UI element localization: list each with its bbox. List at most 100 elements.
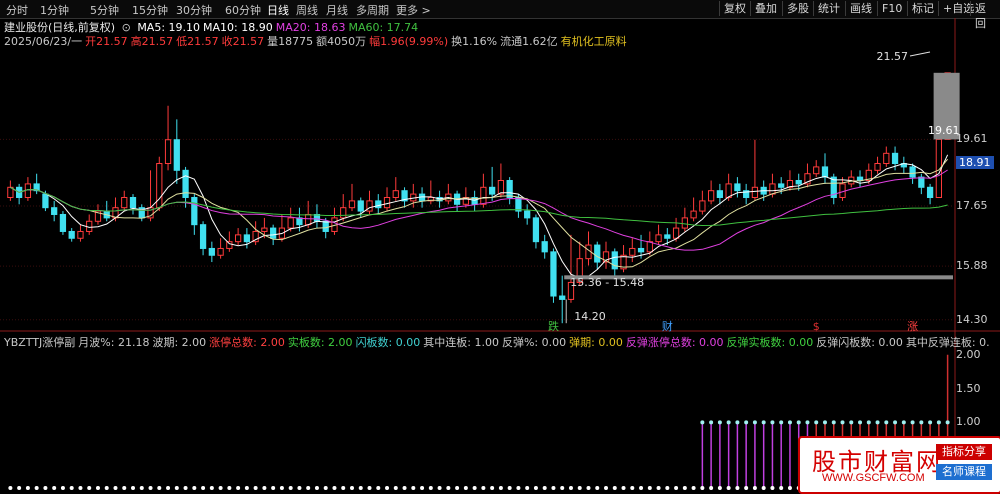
candle-body [173, 139, 180, 171]
baseline-dot [52, 486, 57, 490]
candle-body [287, 217, 294, 229]
indicator-dot [919, 420, 924, 425]
indicator-dot [875, 420, 880, 425]
candle-body [707, 190, 715, 202]
baseline-dot [674, 486, 679, 490]
baseline-dot [341, 486, 346, 490]
candle-body [392, 190, 399, 198]
candle-body [506, 180, 513, 198]
indicator-dot [866, 420, 871, 425]
kline-chart[interactable]: 21.57 19.61 14.20 15.36 - 15.48 跌 财 $ 涨 [0, 0, 1000, 492]
candle-body [208, 247, 215, 256]
indicator-dot [700, 420, 705, 425]
baseline-dot [60, 486, 65, 490]
indicator-tick-2: 1.00 [956, 415, 981, 429]
indicator-item-9: 反弹涨停总数: 0.00 [625, 336, 724, 349]
candle-body [77, 230, 84, 239]
baseline-dot [183, 486, 188, 490]
candle-body [672, 227, 680, 239]
baseline-dot [385, 486, 390, 490]
candle-body [305, 213, 312, 226]
baseline-dot [166, 486, 171, 490]
indicator-dot [849, 420, 854, 425]
indicator-legend-row: YBZTTJ涨停副 月波%: 21.18 波期: 2.00 涨停总数: 2.00 实板数… [4, 334, 996, 350]
baseline-dot [691, 486, 696, 490]
baseline-dot [420, 486, 425, 490]
indicator-item-11: 反弹闪板数: 0.00 [816, 336, 903, 349]
candle-body [690, 210, 697, 219]
baseline-dot [770, 486, 775, 490]
indicator-dot [901, 420, 906, 425]
candle-body [909, 166, 916, 178]
candle-body [199, 224, 207, 249]
baseline-dot [577, 486, 582, 490]
baseline-dot [542, 486, 547, 490]
event-marker-1: 财 [662, 319, 673, 333]
baseline-dot [621, 486, 626, 490]
low-price-label: 14.20 [574, 310, 606, 323]
indicator-dot [805, 420, 810, 425]
baseline-dot [306, 486, 311, 490]
candle-body [716, 190, 724, 198]
baseline-dot [507, 486, 512, 490]
indicator-dot [787, 420, 792, 425]
candle-body [191, 196, 198, 226]
candle-body [664, 234, 671, 239]
candle-body [874, 163, 881, 171]
indicator-dot [796, 420, 801, 425]
baseline-dot [393, 486, 398, 490]
candle-body [51, 207, 58, 215]
indicator-dot [717, 420, 722, 425]
baseline-dot [612, 486, 617, 490]
baseline-dot [87, 486, 92, 490]
event-marker-3: 涨 [907, 320, 918, 333]
indicator-dot [936, 420, 941, 425]
baseline-dot [744, 486, 749, 490]
baseline-dot [104, 486, 109, 490]
candle-body [524, 210, 531, 219]
candle-body [541, 241, 548, 253]
indicator-dot [709, 420, 714, 425]
baseline-dot [604, 486, 609, 490]
baseline-dot [25, 486, 30, 490]
baseline-dot [323, 486, 328, 490]
baseline-dot [192, 486, 197, 490]
baseline-dot [752, 486, 757, 490]
indicator-dot [858, 420, 863, 425]
baseline-dot [455, 486, 460, 490]
baseline-dot [244, 486, 249, 490]
baseline-dot [34, 486, 39, 490]
candle-body [348, 200, 356, 209]
indicator-item-4: 实板数: 2.00 [287, 336, 353, 349]
candle-body [821, 166, 829, 178]
high-price-label: 21.57 [877, 50, 909, 63]
baseline-dot [122, 486, 127, 490]
candle-body [270, 227, 277, 239]
baseline-dot [297, 486, 302, 490]
indicator-dot [893, 420, 898, 425]
baseline-dot [218, 486, 223, 490]
candle-body [357, 200, 364, 212]
baseline-dot [332, 486, 337, 490]
baseline-dot [437, 486, 442, 490]
baseline-dot [139, 486, 144, 490]
indicator-item-5: 闪板数: 0.00 [355, 336, 421, 349]
candle-body [515, 196, 522, 212]
baseline-dot [735, 486, 740, 490]
candle-body [629, 247, 636, 256]
candle-body [129, 196, 137, 209]
indicator-dot [822, 420, 827, 425]
candle-body [497, 180, 505, 195]
baseline-dot [595, 486, 600, 490]
indicator-dot [814, 420, 819, 425]
baseline-dot [516, 486, 521, 490]
indicator-item-7: 反弹%: 0.00 [501, 336, 567, 349]
indicator-dot [770, 420, 775, 425]
candle-body [559, 295, 566, 300]
indicator-item-0: YBZTTJ涨停副 [4, 336, 76, 349]
baseline-dot [428, 486, 433, 490]
candle-body [243, 234, 251, 243]
baseline-dot [201, 486, 206, 490]
candle-body [226, 241, 233, 249]
baseline-dot [498, 486, 503, 490]
